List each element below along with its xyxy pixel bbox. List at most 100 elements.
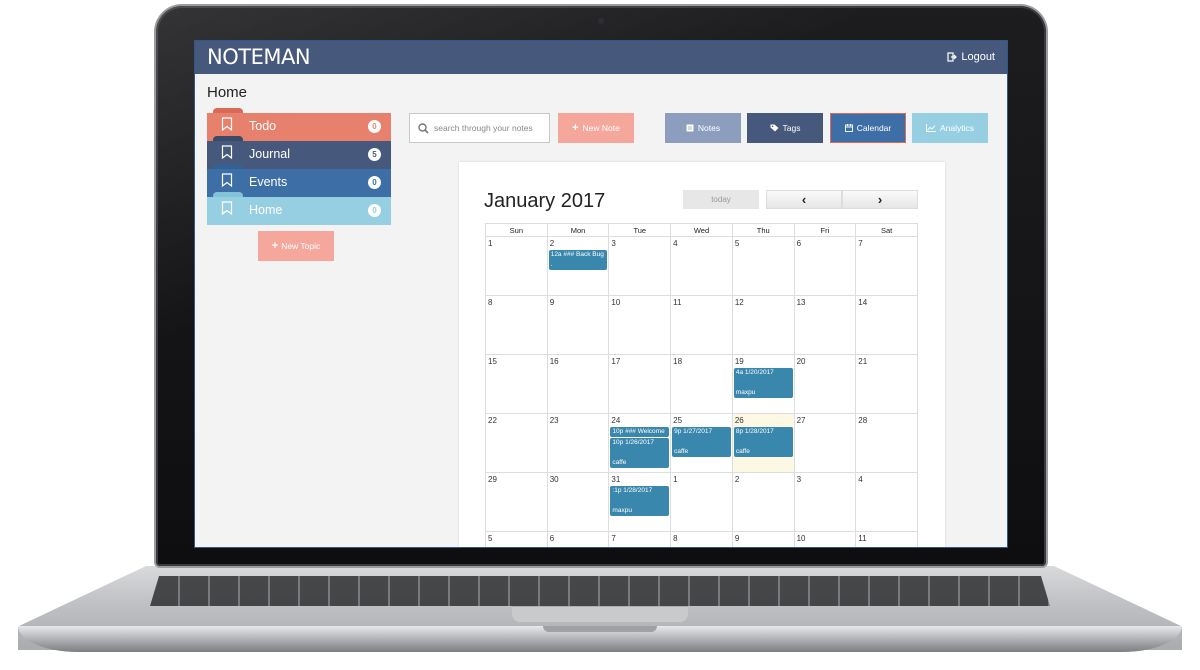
calendar-view-button[interactable]: Calendar — [830, 113, 906, 143]
day-events: 10p ### Welcome 10p 1/26/2017 caffe — [610, 427, 670, 468]
calendar-event[interactable]: 10p 1/26/2017 caffe — [610, 438, 670, 468]
day-cell[interactable]: 6 — [794, 237, 857, 296]
notes-view-button[interactable]: Notes — [665, 113, 741, 143]
day-cell[interactable]: 23 — [547, 414, 610, 473]
day-cell[interactable]: 25 9p 1/27/2017 caffe — [671, 414, 733, 473]
day-cell[interactable]: 7 — [609, 532, 672, 547]
calendar-event[interactable]: 12a ### Back Bug . — [548, 250, 608, 270]
day-number: 9 — [734, 534, 740, 543]
day-number: 4 — [858, 475, 863, 484]
topic-count-badge: 0 — [368, 204, 381, 217]
new-note-button[interactable]: + New Note — [558, 113, 634, 143]
day-cell[interactable]: 4 — [856, 473, 918, 532]
day-cell[interactable]: 11 — [671, 296, 733, 355]
search-input[interactable] — [434, 123, 544, 133]
day-cell[interactable]: 27 — [794, 414, 857, 473]
topic-label: Home — [249, 203, 283, 217]
day-cell[interactable]: 19 4a 1/20/2017 maxpu — [732, 355, 795, 414]
day-cell[interactable]: 5 — [732, 237, 795, 296]
day-cell[interactable]: 14 — [856, 296, 918, 355]
day-cell[interactable]: 2 12a ### Back Bug . — [547, 237, 610, 296]
calendar-event[interactable]: 4a 1/20/2017 maxpu — [733, 368, 793, 398]
topic-item-home[interactable]: Home 0 — [207, 192, 391, 225]
day-number: 25 — [673, 416, 683, 425]
month-grid: Sun Mon Tue Wed Thu Fri Sat 1 2 12a ### Back Bug… — [485, 223, 918, 547]
topic-tab — [213, 164, 243, 169]
today-button[interactable]: today — [683, 190, 759, 209]
day-cell[interactable]: 8 — [671, 532, 733, 547]
day-cell[interactable]: 20 — [794, 355, 857, 414]
topic-list: Todo 0 Journal 5 Events 0 Home 0 — [207, 108, 391, 225]
brand-logo[interactable]: NOTEMAN — [207, 45, 311, 69]
bookmark-icon — [221, 201, 233, 215]
weekday-header: Thu — [732, 224, 795, 237]
day-cell[interactable]: 6 — [548, 532, 610, 547]
weekday-header: Sat — [856, 224, 918, 237]
weekday-header: Fri — [794, 224, 857, 237]
logout-label: Logout — [961, 51, 995, 63]
day-cell[interactable]: 15 — [486, 355, 548, 414]
day-number: 18 — [673, 357, 683, 366]
day-events: 9p 1/27/2017 caffe — [672, 427, 731, 457]
day-cell[interactable]: 3 — [794, 473, 857, 532]
day-cell[interactable]: 11 — [856, 532, 918, 547]
day-cell[interactable]: 5 — [486, 532, 548, 547]
topic-tab — [213, 136, 243, 141]
day-cell[interactable]: 21 — [856, 355, 918, 414]
day-number: 2 — [549, 239, 555, 248]
day-cell[interactable]: 16 — [547, 355, 610, 414]
day-number: 30 — [549, 475, 559, 484]
day-number: 4 — [673, 239, 678, 248]
day-cell[interactable]: 18 — [671, 355, 733, 414]
laptop-trackpad — [512, 606, 688, 622]
day-number: 8 — [488, 298, 493, 307]
calendar-event[interactable]: 8p 1/28/2017 caffe — [733, 427, 793, 457]
day-number: 7 — [611, 534, 616, 543]
weekday-header: Tue — [609, 224, 672, 237]
day-events: :1p 1/28/2017 maxpu — [610, 486, 670, 516]
new-topic-button[interactable]: + New Topic — [258, 231, 334, 261]
day-cell[interactable]: 17 — [609, 355, 672, 414]
day-cell[interactable]: 1 — [486, 237, 548, 296]
day-number: 3 — [796, 475, 802, 484]
day-cell[interactable]: 8 — [486, 296, 548, 355]
topic-tab — [213, 192, 243, 197]
calendar-event[interactable]: :1p 1/28/2017 maxpu — [610, 486, 670, 516]
day-cell[interactable]: 3 — [609, 237, 672, 296]
laptop-notch — [543, 626, 657, 632]
day-cell[interactable]: 9 — [733, 532, 795, 547]
day-cell[interactable]: 29 — [486, 473, 548, 532]
day-cell[interactable]: 9 — [547, 296, 610, 355]
calendar-event[interactable]: 10p ### Welcome — [610, 427, 670, 437]
calendar-label: Calendar — [856, 123, 892, 133]
topic-label: Events — [249, 175, 288, 189]
plus-icon: + — [572, 122, 579, 134]
topic-label: Todo — [249, 119, 277, 133]
logout-button[interactable]: Logout — [947, 51, 995, 63]
day-cell[interactable]: 24 10p ### Welcome 10p 1/26/2017 caffe — [609, 414, 672, 473]
prev-month-button[interactable]: ‹ — [766, 190, 842, 209]
day-cell[interactable]: 10 — [609, 296, 672, 355]
weekday-header: Mon — [547, 224, 610, 237]
day-cell[interactable]: 26 8p 1/28/2017 caffe — [732, 414, 795, 473]
day-cell[interactable]: 30 — [547, 473, 610, 532]
day-cell[interactable]: 2 — [732, 473, 795, 532]
new-note-label: New Note — [582, 123, 620, 133]
analytics-view-button[interactable]: Analytics — [912, 113, 988, 143]
next-month-button[interactable]: › — [842, 190, 918, 209]
tags-view-button[interactable]: Tags — [747, 113, 823, 143]
day-cell[interactable]: 12 — [732, 296, 795, 355]
day-cell[interactable]: 31:1p 1/28/2017 maxpu — [609, 473, 672, 532]
calendar-event[interactable]: 9p 1/27/2017 caffe — [672, 427, 731, 457]
day-cell[interactable]: 4 — [671, 237, 733, 296]
day-number: 28 — [858, 416, 868, 425]
day-cell[interactable]: 22 — [486, 414, 548, 473]
day-number: 26 — [734, 416, 744, 425]
day-number: 12 — [734, 298, 744, 307]
day-cell[interactable]: 28 — [856, 414, 918, 473]
day-cell[interactable]: 13 — [794, 296, 857, 355]
day-number: 17 — [611, 357, 621, 366]
day-cell[interactable]: 1 — [671, 473, 733, 532]
day-cell[interactable]: 7 — [856, 237, 918, 296]
day-cell[interactable]: 10 — [795, 532, 857, 547]
